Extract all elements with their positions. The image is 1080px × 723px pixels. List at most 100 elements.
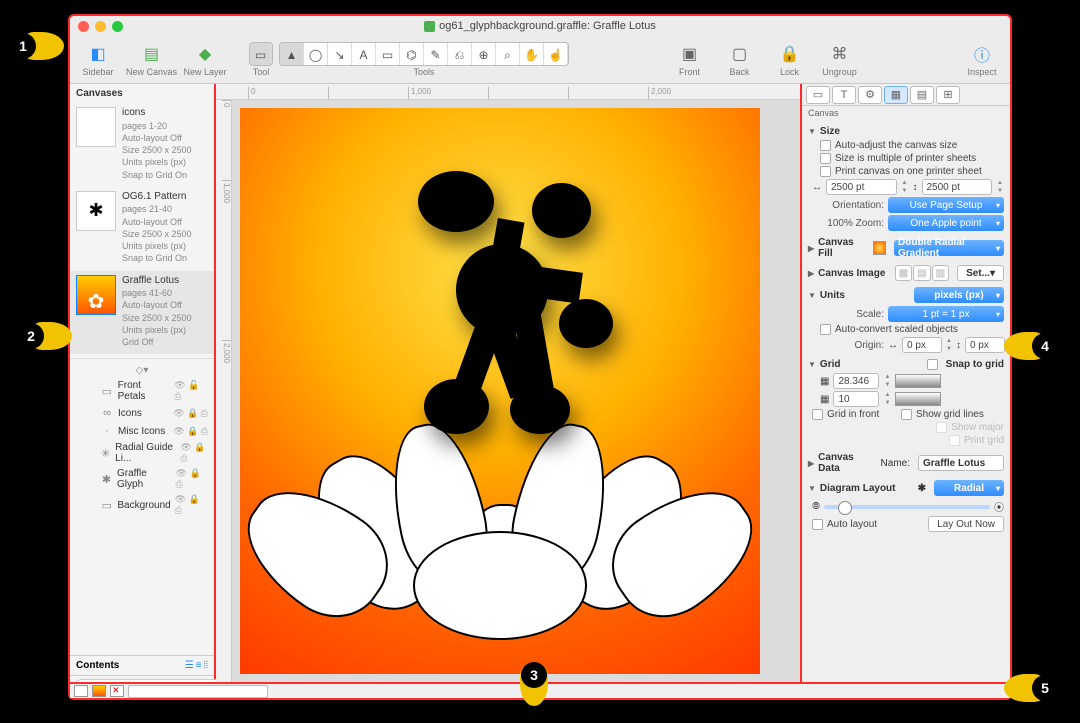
- scale-select[interactable]: 1 pt = 1 px: [888, 306, 1004, 322]
- canvas-item-icons[interactable]: icons pages 1-20 Auto-layout Off Size 25…: [70, 103, 214, 187]
- layer-front-petals[interactable]: ▭Front Petals👁 🔓 ⎙: [70, 378, 214, 404]
- disclosure-icon[interactable]: ▼: [808, 484, 816, 493]
- bring-front-button[interactable]: ▣Front: [668, 38, 712, 82]
- pointer-tool[interactable]: ▲: [280, 43, 304, 66]
- size-section: ▼Size Auto-adjust the canvas size Size i…: [808, 126, 1004, 231]
- canvas-height-field[interactable]: 2500 pt: [922, 179, 993, 195]
- horizontal-ruler[interactable]: 0 1,000 2,000: [216, 84, 800, 100]
- line-tool[interactable]: ↘: [328, 43, 352, 66]
- zoom-scale-select[interactable]: One Apple point: [888, 215, 1004, 231]
- layers-disclosure-icon[interactable]: ◇▾: [70, 363, 214, 378]
- height-icon: ↕: [913, 182, 918, 193]
- style-well-fill[interactable]: [74, 685, 88, 697]
- size-multiple-checkbox[interactable]: [820, 153, 831, 164]
- layer-misc-icons[interactable]: ·Misc Icons👁 🔒 ⎙: [70, 422, 214, 440]
- height-stepper[interactable]: ▲▼: [996, 179, 1004, 195]
- fill-type-select[interactable]: Double Radial Gradient: [894, 240, 1004, 256]
- diagram-tool[interactable]: ⌬: [400, 43, 424, 66]
- new-canvas-icon: ▤: [141, 43, 163, 65]
- lock-button[interactable]: 🔒Lock: [768, 38, 812, 82]
- canvas-item-pattern[interactable]: ✱ OG6.1 Pattern pages 21-40 Auto-layout …: [70, 187, 214, 271]
- canvas-pages: pages 1-20: [122, 121, 192, 132]
- annotation-3: 3: [516, 662, 556, 702]
- grid-minor-field[interactable]: 10: [833, 391, 879, 407]
- contents-selection-icon[interactable]: ⦙⦙: [204, 660, 208, 671]
- layer-icons[interactable]: ∞Icons👁 🔒 ⎙: [70, 404, 214, 422]
- document-inspector-tab[interactable]: ▤: [910, 86, 934, 104]
- new-canvas-button[interactable]: ▤ New Canvas: [126, 38, 177, 82]
- canvas-title: Graffle Lotus: [122, 275, 192, 288]
- grid-major-icon: ▦: [820, 376, 829, 387]
- canvas-item-lotus[interactable]: Graffle Lotus pages 41-60 Auto-layout Of…: [70, 271, 214, 355]
- window-title-text: og61_glyphbackground.graffle: Graffle Lo…: [439, 20, 656, 32]
- auto-convert-checkbox[interactable]: [820, 324, 831, 335]
- grid-minor-color[interactable]: [895, 392, 941, 406]
- shape-tool[interactable]: ◯: [304, 43, 328, 66]
- contents-outline-icon[interactable]: ≡: [196, 660, 202, 671]
- disclosure-icon[interactable]: ▼: [808, 291, 816, 300]
- inspect-toggle-button[interactable]: ⓘInspect: [960, 38, 1004, 82]
- selection-tool-current[interactable]: ▭: [250, 43, 272, 66]
- properties-inspector-tab[interactable]: ⚙: [858, 86, 882, 104]
- pen-tool[interactable]: ▭: [376, 43, 400, 66]
- new-layer-button[interactable]: ◆ New Layer: [183, 38, 227, 82]
- units-select[interactable]: pixels (px): [914, 287, 1004, 303]
- style-well-stroke[interactable]: ✕: [110, 685, 124, 697]
- grid-front-checkbox[interactable]: [812, 409, 823, 420]
- zoom-tool[interactable]: ⌕: [496, 43, 520, 66]
- grid-section: ▼Grid Snap to grid ▦28.346▲▼ ▦10▲▼ Grid …: [808, 359, 1004, 446]
- style-tray-field[interactable]: [128, 685, 268, 698]
- auto-layout-checkbox[interactable]: [812, 519, 823, 530]
- vertical-ruler[interactable]: 01,0002,000: [216, 100, 232, 682]
- lay-out-now-button[interactable]: Lay Out Now: [928, 516, 1004, 532]
- tools-palette: ▲ ◯ ↘ A ▭ ⌬ ✎ ⎌ ⊕ ⌕ ✋ ☝ Tools: [279, 42, 569, 77]
- layer-radial-guide[interactable]: ✳Radial Guide Li...👁 🔒 ⎙: [70, 440, 214, 466]
- origin-x-stepper[interactable]: ▲▼: [946, 337, 952, 353]
- stencils-inspector-tab[interactable]: ⊞: [936, 86, 960, 104]
- browse-tool[interactable]: ☝: [544, 43, 568, 66]
- ungroup-button[interactable]: ⌘Ungroup: [818, 38, 862, 82]
- layer-controls[interactable]: 👁 🔓 ⎙: [174, 380, 208, 402]
- disclosure-icon[interactable]: ▶: [808, 459, 814, 468]
- grid-major-field[interactable]: 28.346: [833, 373, 879, 389]
- contents-header-row: Contents ☰ ≡ ⦙⦙: [70, 655, 214, 675]
- disclosure-icon[interactable]: ▼: [808, 127, 816, 136]
- contents-list-icon[interactable]: ☰: [185, 660, 194, 671]
- object-inspector-tab[interactable]: ▭: [806, 86, 830, 104]
- type-inspector-tab[interactable]: T: [832, 86, 856, 104]
- orientation-select[interactable]: Use Page Setup: [888, 197, 1004, 213]
- grid-major-color[interactable]: [895, 374, 941, 388]
- canvas-viewport[interactable]: [232, 100, 800, 682]
- send-back-button[interactable]: ▢Back: [718, 38, 762, 82]
- text-tool[interactable]: A: [352, 43, 376, 66]
- layout-spacing-slider[interactable]: [824, 505, 990, 509]
- fill-swatch[interactable]: [873, 241, 886, 255]
- layer-background[interactable]: ▭Background👁 🔒 ⎙: [70, 492, 214, 518]
- layout-type-select[interactable]: Radial: [934, 480, 1004, 496]
- style-well-gradient[interactable]: [92, 685, 106, 697]
- auto-adjust-checkbox[interactable]: [820, 140, 831, 151]
- new-canvas-label: New Canvas: [126, 67, 177, 77]
- snap-grid-checkbox[interactable]: [927, 359, 938, 370]
- show-grid-checkbox[interactable]: [901, 409, 912, 420]
- set-image-button[interactable]: Set... ▾: [957, 265, 1004, 281]
- image-mode-segmented[interactable]: ▦▤▥: [895, 265, 949, 281]
- canvas-width-field[interactable]: 2500 pt: [826, 179, 897, 195]
- rubber-stamp-tool[interactable]: ⎌: [448, 43, 472, 66]
- disclosure-icon[interactable]: ▶: [808, 269, 814, 278]
- origin-y-field[interactable]: 0 px: [965, 337, 1005, 353]
- style-brush-tool[interactable]: ✎: [424, 43, 448, 66]
- right-inspector: ▭ T ⚙ ▦ ▤ ⊞ Canvas ▼Size Auto-adjust the…: [802, 84, 1010, 698]
- origin-x-field[interactable]: 0 px: [902, 337, 942, 353]
- magnet-tool[interactable]: ⊕: [472, 43, 496, 66]
- canvas-inspector-tab[interactable]: ▦: [884, 86, 908, 104]
- disclosure-icon[interactable]: ▼: [808, 360, 816, 369]
- layer-glyph[interactable]: ✱Graffle Glyph👁 🔒 ⎙: [70, 466, 214, 492]
- canvas-name-field[interactable]: Graffle Lotus: [918, 455, 1004, 471]
- print-one-sheet-checkbox[interactable]: [820, 166, 831, 177]
- hand-tool[interactable]: ✋: [520, 43, 544, 66]
- sidebar-toggle-button[interactable]: ◧ Sidebar: [76, 38, 120, 82]
- canvases-list[interactable]: icons pages 1-20 Auto-layout Off Size 25…: [70, 103, 214, 655]
- width-stepper[interactable]: ▲▼: [901, 179, 909, 195]
- disclosure-icon[interactable]: ▶: [808, 244, 814, 253]
